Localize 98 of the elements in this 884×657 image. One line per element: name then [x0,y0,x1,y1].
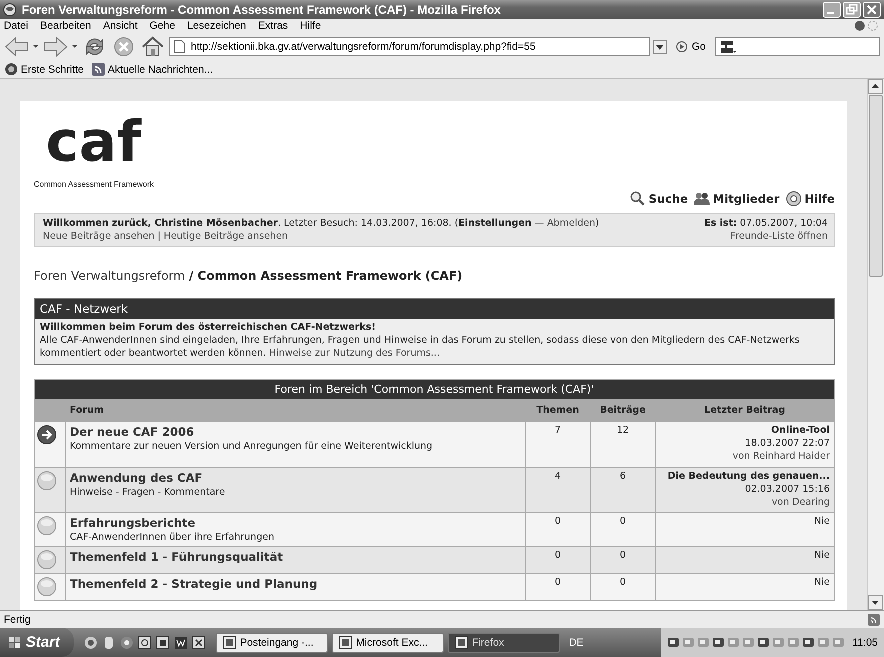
forum-description: CAF-AnwenderInnen über ihre Erfahrungen [70,532,276,544]
bookmark-link[interactable]: Erste Schritte [5,63,84,76]
table-cell: 0 [526,512,590,547]
breadcrumb-link[interactable]: Foren Verwaltungsreform [34,269,186,283]
tray-icon[interactable] [802,636,814,649]
table-cell: 4 [526,467,590,513]
bookmark-link[interactable]: Aktuelle Nachrichten... [92,63,214,76]
separator: | [158,231,161,242]
forum-description: Hinweise - Fragen - Kommentare [70,486,226,498]
app-icon [223,636,236,649]
status-text: Fertig [4,614,31,626]
post-date: 18.03.2007 22:07 [744,438,830,452]
no-posts-text: Nie [813,577,830,590]
forward-icon[interactable] [43,34,79,58]
caf-logo: caf Common Assessment Framework [34,109,154,189]
minimize-icon[interactable] [823,2,841,18]
globe-icon [3,2,17,16]
welcome-text: Willkommen zurück, Christine Mösenbacher. Letzter Besuch: 14.03.2007, 16:08. (Einstellungen — Abmelden) [43,218,600,229]
scrollbar[interactable] [867,79,884,610]
windows-flag-icon [8,636,22,650]
table-cell: 7 [526,422,590,468]
thread-link[interactable]: Online-Tool [660,425,830,438]
throbber-icon [854,20,880,32]
column-header: Forum [66,400,526,422]
table-cell: 0 [526,574,590,601]
taskbar-button[interactable]: Posteingang -... [216,632,328,652]
notice-text: Alle CAF-AnwenderInnen sind eingeladen, Ihre Erfahrungen, Fragen und Hinweise in das Forum zu stellen, sodass diese von den Mitgliedern des CAF-Netzwerks kommentiert oder beantwortet werden können. Hinweise zur Nutzung des Forums... [40,334,801,360]
link[interactable]: Einstellungen [458,218,532,229]
dropdown-icon[interactable] [652,40,667,54]
forum-link[interactable]: Anwendung des CAF [70,470,521,485]
search-field[interactable] [715,37,880,56]
app-icon [339,636,352,649]
menu-item[interactable]: Gehe [150,20,182,32]
page-icon [174,40,186,54]
play-icon [676,40,688,52]
forum-link[interactable]: Erfahrungsberichte [70,516,521,530]
link[interactable]: Hinweise zur Nutzung des Forums... [269,348,440,359]
column-header: Themen [526,400,590,422]
close-icon[interactable] [863,2,881,18]
tray-icon[interactable] [712,636,724,649]
menu-item[interactable]: Hilfe [300,20,328,32]
menu-item[interactable]: Lesezeichen [187,20,252,32]
tray-icon[interactable] [756,636,770,649]
window-icon[interactable] [156,636,170,650]
window-title: Foren Verwaltungsreform - Common Assessment Framework (CAF) - Mozilla Firefox [22,2,502,16]
browser-icon[interactable] [84,636,98,650]
taskbar-button[interactable]: Microsoft Exc... [332,632,444,652]
table-cell: 0 [590,546,656,574]
search-icon [630,191,646,207]
people-icon [694,191,710,207]
app-icon [455,636,468,649]
table-cell: 0 [590,574,656,601]
go-button[interactable]: Go [670,40,712,52]
column-header: Beiträge [590,400,656,422]
link[interactable]: Heutige Beiträge ansehen [164,231,288,242]
link[interactable]: Freunde-Liste öffnen [704,231,828,242]
start-button[interactable]: Start [0,628,74,657]
author-link[interactable]: von Reinhard Haider [660,451,830,464]
author-link[interactable]: von Dearing [660,496,830,510]
forum-link[interactable]: Themenfeld 1 - Führungsqualität [70,550,521,564]
menu-item[interactable]: Bearbeiten [40,20,98,32]
tray-icon[interactable] [666,636,680,649]
forum-link[interactable]: Der neue CAF 2006 [70,425,521,440]
nav-link[interactable]: Hilfe [786,191,835,207]
restore-icon[interactable] [843,2,861,18]
clock: 11:05 [852,636,878,648]
nav-link[interactable]: Suche [630,191,688,207]
menu-item[interactable]: Datei [4,20,35,32]
no-posts-text: Nie [813,516,830,530]
back-icon[interactable] [4,34,40,58]
address-field[interactable]: http://sektionii.bka.gv.at/verwaltungsreform/forum/forumdisplay.php?fid=55 [169,37,650,56]
table-cell: 0 [526,546,590,574]
thread-link[interactable]: Die Bedeutung des genauen... [660,470,830,484]
feed-icon [868,614,880,626]
post-date: 02.03.2007 15:16 [744,484,830,496]
page-heading: / Common Assessment Framework (CAF) [189,269,463,283]
forum-description: Kommentare zur neuen Version und Anregungen für eine Weiterentwicklung [70,441,434,452]
feed-icon [92,63,106,76]
link[interactable]: Neue Beiträge ansehen [43,231,155,242]
table-cell: 12 [590,422,656,468]
link[interactable]: Abmelden [547,218,596,229]
language-indicator[interactable]: DE [564,636,589,648]
menu-item[interactable]: Extras [258,20,294,32]
forum-link[interactable]: Themenfeld 2 - Strategie und Planung [70,577,521,592]
nav-link[interactable]: Mitglieder [694,191,780,207]
date-time: Es ist: 07.05.2007, 10:04 [704,218,828,229]
column-header: Letzter Beitrag [656,400,834,422]
panel-header: CAF - Netzwerk [35,299,834,319]
table-title: Foren im Bereich 'Common Assessment Framework (CAF)' [34,380,834,400]
lifebuoy-icon [786,191,802,207]
table-cell: 6 [590,467,656,513]
table-cell: 0 [590,512,656,547]
notice-heading: Willkommen beim Forum des österreichischen CAF-Netzwerks! [40,322,377,335]
home-icon[interactable] [140,34,166,58]
no-posts-text: Nie [813,550,830,564]
menu-item[interactable]: Ansicht [103,20,144,32]
taskbar-button[interactable]: Firefox [448,632,560,652]
scroll-thumb[interactable] [869,95,883,277]
